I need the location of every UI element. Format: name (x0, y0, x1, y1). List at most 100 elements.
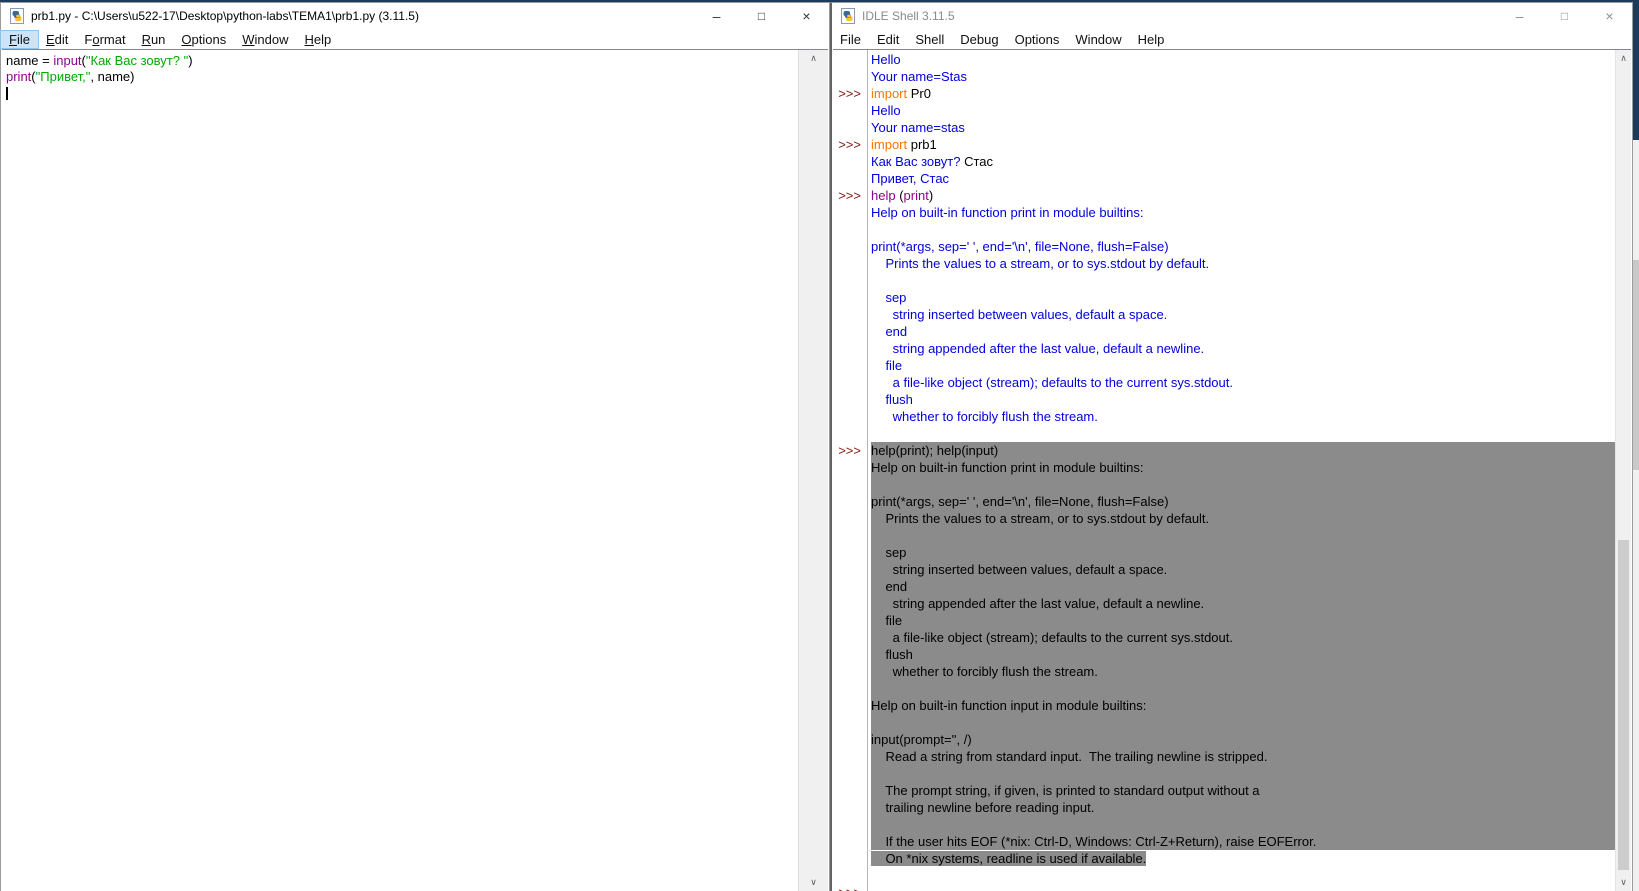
shell-line: Help on built-in function input in modul… (833, 697, 1615, 714)
scroll-down-icon[interactable]: ∨ (799, 874, 828, 891)
text-segment: "Привет," (36, 69, 91, 84)
maximize-button[interactable]: □ (1542, 3, 1587, 29)
editor-code-area[interactable]: name = input("Как Вас зовут? ")print("Пр… (2, 50, 797, 891)
shell-line-text: end (871, 578, 1615, 595)
editor-window: prb1.py - C:\Users\u522-17\Desktop\pytho… (0, 2, 830, 891)
menu-item-help[interactable]: Help (297, 31, 340, 48)
shell-line (833, 272, 1615, 289)
shell-line-text (871, 527, 1615, 544)
shell-output-area[interactable]: HelloYour name=Stas>>>import Pr0HelloYou… (833, 50, 1615, 891)
shell-line: Prints the values to a stream, or to sys… (833, 510, 1615, 527)
menu-item-file[interactable]: File (832, 31, 869, 48)
text-segment: ( (896, 188, 904, 203)
shell-line (833, 425, 1615, 442)
shell-line-text: Hello (871, 102, 1615, 119)
shell-line: Your name=Stas (833, 68, 1615, 85)
shell-prompt (833, 867, 863, 884)
shell-line: a file-like object (stream); defaults to… (833, 374, 1615, 391)
text-cursor (6, 87, 8, 100)
close-button[interactable]: × (1587, 3, 1632, 29)
shell-line: Help on built-in function print in modul… (833, 204, 1615, 221)
shell-prompt (833, 850, 863, 867)
menu-item-edit[interactable]: Edit (38, 31, 76, 48)
text-segment: The prompt string, if given, is printed … (871, 783, 1260, 798)
shell-prompt (833, 68, 863, 85)
text-segment: print (904, 188, 929, 203)
shell-line-text (871, 221, 1615, 238)
shell-line-text: flush (871, 391, 1615, 408)
scroll-up-icon[interactable]: ∧ (1616, 50, 1631, 67)
shell-line-text: print(*args, sep=' ', end='\n', file=Non… (871, 238, 1615, 255)
shell-line-text: Prints the values to a stream, or to sys… (871, 510, 1615, 527)
shell-line: Your name=stas (833, 119, 1615, 136)
scrollbar-thumb[interactable] (1618, 540, 1629, 870)
text-segment: Hello (871, 103, 901, 118)
text-segment: Your name=stas (871, 120, 965, 135)
menu-item-help[interactable]: Help (1130, 31, 1173, 48)
shell-line-text: help (print) (871, 187, 1615, 204)
menu-item-edit[interactable]: Edit (869, 31, 907, 48)
shell-line-text: trailing newline before reading input. (871, 799, 1615, 816)
text-segment: whether to forcibly flush the stream. (871, 664, 1098, 679)
close-button[interactable]: × (784, 3, 829, 29)
code-line (6, 85, 797, 101)
maximize-button[interactable]: □ (739, 3, 784, 29)
shell-prompt (833, 595, 863, 612)
shell-line-text: import prb1 (871, 136, 1615, 153)
editor-titlebar: prb1.py - C:\Users\u522-17\Desktop\pytho… (1, 3, 829, 29)
menu-item-window[interactable]: Window (234, 31, 296, 48)
scroll-down-icon[interactable]: ∨ (1616, 874, 1631, 891)
menu-item-options[interactable]: Options (1007, 31, 1068, 48)
shell-line-text: a file-like object (stream); defaults to… (871, 629, 1615, 646)
text-segment: string appended after the last value, de… (871, 341, 1204, 356)
text-segment: a file-like object (stream); defaults to… (871, 375, 1233, 390)
text-segment: ) (188, 53, 192, 68)
shell-window: IDLE Shell 3.11.5 – □ × FileEditShellDeb… (830, 2, 1633, 891)
text-segment: input (53, 53, 81, 68)
menu-item-debug[interactable]: Debug (952, 31, 1006, 48)
shell-line: On *nix systems, readline is used if ava… (833, 850, 1615, 867)
menu-item-shell[interactable]: Shell (907, 31, 952, 48)
shell-prompt (833, 663, 863, 680)
shell-line: >>> (833, 884, 1615, 891)
shell-line-text: string inserted between values, default … (871, 306, 1615, 323)
shell-line-text: Help on built-in function input in modul… (871, 697, 1615, 714)
text-segment: flush (871, 647, 913, 662)
menu-item-window[interactable]: Window (1067, 31, 1129, 48)
scroll-up-icon[interactable]: ∧ (799, 50, 828, 67)
shell-prompt (833, 799, 863, 816)
editor-window-controls: – □ × (694, 3, 829, 29)
shell-prompt: >>> (833, 85, 863, 102)
background-window-edge-right (1633, 0, 1639, 891)
text-segment: Prints the values to a stream, or to sys… (871, 256, 1209, 271)
shell-line (833, 765, 1615, 782)
shell-line-text: end (871, 323, 1615, 340)
python-file-icon (9, 8, 25, 24)
shell-line-text (871, 765, 1615, 782)
shell-line: Prints the values to a stream, or to sys… (833, 255, 1615, 272)
shell-line-text (871, 714, 1615, 731)
shell-line: string inserted between values, default … (833, 561, 1615, 578)
shell-titlebar: IDLE Shell 3.11.5 – □ × (832, 3, 1632, 29)
shell-prompt (833, 170, 863, 187)
shell-prompt (833, 731, 863, 748)
shell-prompt (833, 323, 863, 340)
menu-item-format[interactable]: Format (76, 31, 133, 48)
shell-line-text: sep (871, 544, 1615, 561)
shell-line: file (833, 357, 1615, 374)
minimize-button[interactable]: – (1497, 3, 1542, 29)
shell-line: >>>help(print); help(input) (833, 442, 1615, 459)
shell-line: string appended after the last value, de… (833, 595, 1615, 612)
editor-vertical-scrollbar[interactable]: ∧ ∨ (798, 50, 828, 891)
menu-item-file[interactable]: File (1, 31, 38, 48)
shell-prompt: >>> (833, 442, 863, 459)
shell-vertical-scrollbar[interactable]: ∧ ∨ (1615, 50, 1631, 891)
text-segment: string appended after the last value, de… (871, 596, 1204, 611)
shell-prompt (833, 119, 863, 136)
menu-item-options[interactable]: Options (173, 31, 234, 48)
minimize-button[interactable]: – (694, 3, 739, 29)
shell-prompt (833, 340, 863, 357)
background-window-titlebar-sliver (1633, 0, 1639, 140)
shell-prompt (833, 697, 863, 714)
menu-item-run[interactable]: Run (134, 31, 174, 48)
